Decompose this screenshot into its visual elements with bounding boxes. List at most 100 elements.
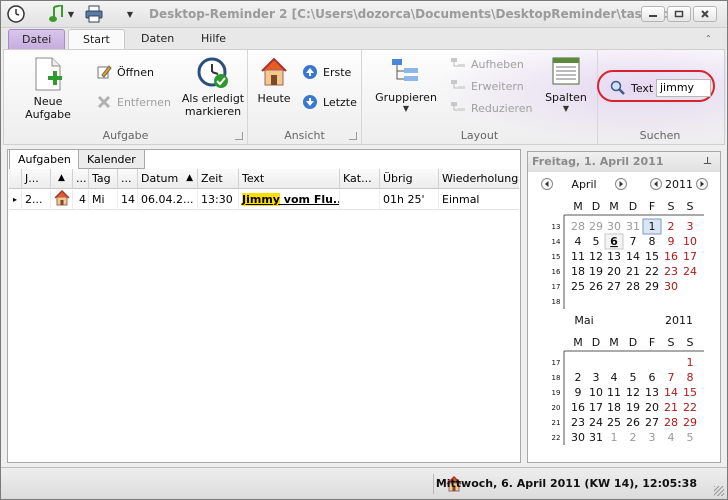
reduce-button[interactable]: Reduzieren: [450, 101, 533, 115]
calendar-day[interactable]: 5: [630, 371, 637, 384]
calendar-day[interactable]: 1: [611, 431, 618, 444]
tab-datei[interactable]: Datei: [8, 29, 66, 50]
calendar-day[interactable]: 5: [687, 431, 694, 444]
calendar-day[interactable]: 12: [626, 386, 640, 399]
ribbon-collapse-icon[interactable]: ⌃: [705, 34, 712, 43]
calendar-day[interactable]: 17: [683, 250, 697, 263]
calendar-day[interactable]: 3: [649, 431, 656, 444]
calendar-day[interactable]: 6: [649, 371, 656, 384]
music-note-icon[interactable]: [48, 5, 64, 23]
search-input[interactable]: jimmy: [656, 79, 711, 97]
header-zeit[interactable]: Zeit: [198, 169, 239, 189]
calendar-day[interactable]: 29: [645, 280, 659, 293]
calendar-day[interactable]: 13: [607, 250, 621, 263]
calendar-day[interactable]: 15: [683, 386, 697, 399]
calendar-day[interactable]: 5: [593, 235, 600, 248]
expand-button[interactable]: Erweitern: [450, 79, 524, 93]
calendar-day[interactable]: 12: [589, 250, 603, 263]
calendar-day[interactable]: 16: [571, 401, 585, 414]
calendar-day[interactable]: 18: [607, 401, 621, 414]
calendar-day[interactable]: 2: [668, 220, 675, 233]
calendar-day[interactable]: 9: [668, 235, 675, 248]
calendar-day[interactable]: 4: [611, 371, 618, 384]
header-col3[interactable]: ...: [73, 169, 89, 189]
calendar-day[interactable]: 1: [687, 356, 694, 369]
calendar-day[interactable]: 11: [607, 386, 621, 399]
calendar-day[interactable]: 29: [683, 416, 697, 429]
calendar-day[interactable]: 19: [589, 265, 603, 278]
dropdown-arrow-icon[interactable]: ▼: [67, 5, 75, 23]
close-button[interactable]: [693, 6, 717, 22]
calendar-day[interactable]: 23: [571, 416, 585, 429]
calendar-day[interactable]: 16: [664, 250, 678, 263]
calendar-day[interactable]: 2: [630, 431, 637, 444]
printer-icon[interactable]: [85, 5, 103, 23]
group-ansicht-launcher[interactable]: [349, 132, 357, 140]
header-datum[interactable]: Datum ▲: [138, 169, 198, 189]
calendar-day[interactable]: 13: [645, 386, 659, 399]
calendar-day[interactable]: 8: [687, 371, 694, 384]
calendar-day[interactable]: 20: [607, 265, 621, 278]
calendar-day[interactable]: 22: [645, 265, 659, 278]
maximize-button[interactable]: [667, 6, 691, 22]
calendar-day[interactable]: 31: [589, 431, 603, 444]
calendar-day[interactable]: 22: [683, 401, 697, 414]
calendar-day[interactable]: 8: [649, 235, 656, 248]
calendar-day[interactable]: 28: [626, 280, 640, 293]
calendar-day[interactable]: 28: [664, 416, 678, 429]
calendar-day[interactable]: 4: [668, 431, 675, 444]
calendar-day[interactable]: 28: [571, 220, 585, 233]
calendar-day[interactable]: 3: [593, 371, 600, 384]
calendar-day[interactable]: 10: [589, 386, 603, 399]
calendar-month-label[interactable]: April: [571, 178, 596, 191]
header-wiederholung[interactable]: Wiederholung: [439, 169, 519, 189]
group-aufgabe-launcher[interactable]: [235, 132, 243, 140]
header-j[interactable]: J...: [22, 169, 51, 189]
calendar-day[interactable]: 9: [575, 386, 582, 399]
calendar-day[interactable]: 30: [571, 431, 585, 444]
remove-button[interactable]: Entfernen: [96, 94, 171, 110]
calendar-day[interactable]: 10: [683, 235, 697, 248]
calendar-year-label[interactable]: 2011: [665, 178, 693, 191]
open-button[interactable]: Öffnen: [96, 64, 154, 80]
calendar-day[interactable]: 2: [575, 371, 582, 384]
calendar-day[interactable]: 24: [683, 265, 697, 278]
calendar-day[interactable]: 23: [664, 265, 678, 278]
header-uebrig[interactable]: Übrig: [380, 169, 439, 189]
calendar-day[interactable]: 27: [607, 280, 621, 293]
calendar-day[interactable]: 19: [626, 401, 640, 414]
minimize-button[interactable]: [641, 6, 665, 22]
calendar-day[interactable]: 31: [626, 220, 640, 233]
calendar-day[interactable]: 4: [575, 235, 582, 248]
tab-start[interactable]: Start: [68, 29, 125, 51]
calendar-day[interactable]: 1: [649, 220, 656, 233]
header-text[interactable]: Text: [239, 169, 340, 189]
calendar-day[interactable]: 3: [687, 220, 694, 233]
tab-aufgaben[interactable]: Aufgaben: [9, 149, 80, 170]
app-clock-icon[interactable]: [7, 5, 25, 23]
tab-kalender[interactable]: Kalender: [78, 149, 145, 169]
header-tag[interactable]: Tag: [89, 169, 118, 189]
calendar-day[interactable]: 14: [626, 250, 640, 263]
header-sort-icon[interactable]: ▲: [51, 169, 73, 189]
customize-toolbar-icon[interactable]: ▼: [125, 5, 135, 23]
header-col5[interactable]: ...: [118, 169, 138, 189]
calendar-day[interactable]: 17: [589, 401, 603, 414]
calendar-day[interactable]: 30: [664, 280, 678, 293]
calendar-day[interactable]: 11: [571, 250, 585, 263]
calendar-day[interactable]: 27: [645, 416, 659, 429]
tab-daten[interactable]: Daten: [127, 29, 188, 50]
group-button[interactable]: Gruppieren ▼: [375, 56, 437, 113]
ungroup-button[interactable]: Aufheben: [450, 57, 524, 71]
calendar-day[interactable]: 30: [607, 220, 621, 233]
calendar-day[interactable]: 7: [630, 235, 637, 248]
new-task-button[interactable]: Neue Aufgabe: [12, 56, 84, 121]
columns-button[interactable]: Spalten ▼: [540, 56, 592, 113]
first-button[interactable]: Erste: [302, 64, 351, 80]
calendar-day[interactable]: 29: [589, 220, 603, 233]
calendar-day[interactable]: 26: [589, 280, 603, 293]
calendar-day[interactable]: 18: [571, 265, 585, 278]
calendar-day[interactable]: 24: [589, 416, 603, 429]
resize-grip[interactable]: [714, 486, 724, 496]
calendar-day[interactable]: 15: [645, 250, 659, 263]
